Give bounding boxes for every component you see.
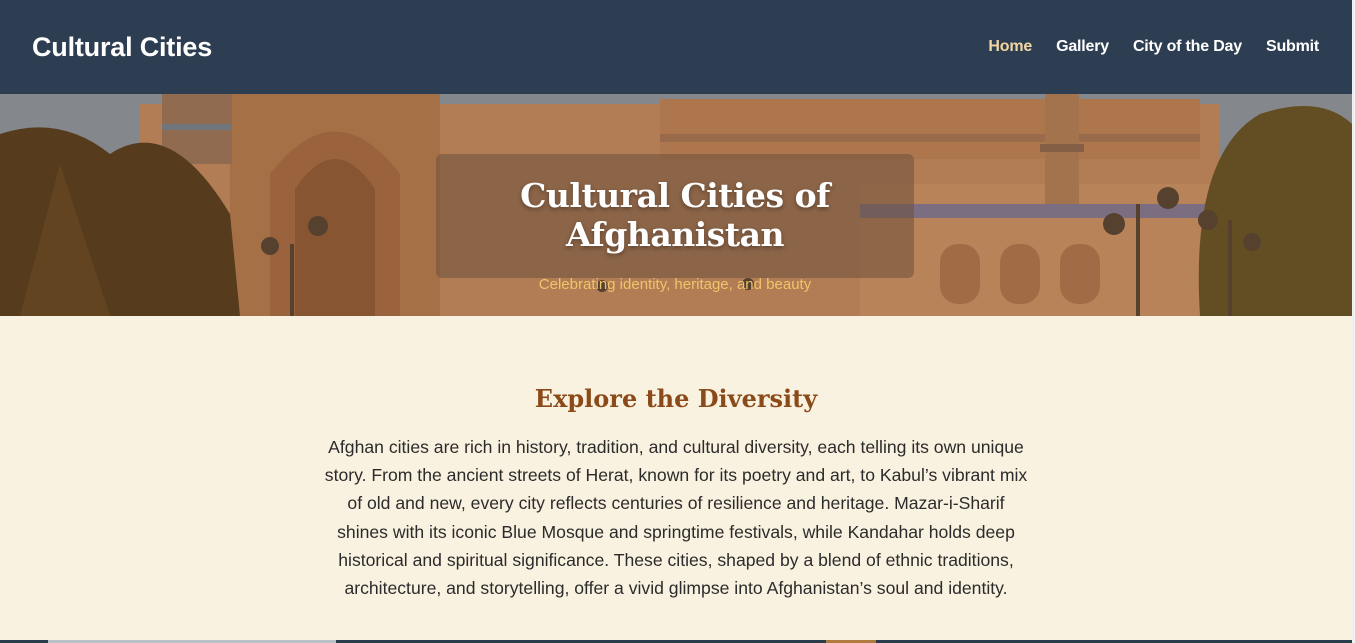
site-header: Cultural Cities Home Gallery City of the…	[0, 0, 1352, 94]
section-heading: Explore the Diversity	[534, 384, 818, 413]
hero-banner: Cultural Cities of Afghanistan Celebrati…	[0, 94, 1352, 316]
main-nav: Home Gallery City of the Day Submit	[988, 38, 1319, 56]
nav-link-home[interactable]: Home	[988, 38, 1032, 56]
hero-title: Cultural Cities of Afghanistan	[520, 176, 830, 254]
hero-subtitle: Celebrating identity, heritage, and beau…	[538, 276, 812, 293]
nav-link-city-of-the-day[interactable]: City of the Day	[1133, 38, 1242, 56]
intro-paragraph: Afghan cities are rich in history, tradi…	[324, 437, 1028, 599]
brand-logo-text[interactable]: Cultural Cities	[32, 32, 212, 63]
hero-caption-box: Cultural Cities of Afghanistan Celebrati…	[436, 154, 914, 293]
nav-link-gallery[interactable]: Gallery	[1056, 38, 1109, 56]
intro-section: Explore the Diversity Afghan cities are …	[0, 316, 1352, 643]
nav-link-submit[interactable]: Submit	[1266, 38, 1319, 56]
